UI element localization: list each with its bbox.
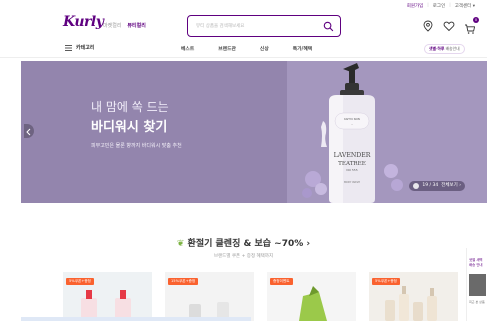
cart-button[interactable]: 0 bbox=[464, 17, 479, 34]
banner-prev-button[interactable] bbox=[24, 124, 34, 138]
section-title[interactable]: ❦ 환절기 클렌징 & 보습 ~70% › bbox=[0, 236, 487, 249]
product-list: 5%쿠폰+증정 15%쿠폰+증정 증정이벤트 5%쿠폰+증정 bbox=[63, 272, 458, 321]
pause-icon[interactable] bbox=[413, 183, 420, 189]
search-input[interactable]: 뷰티 상품을 검색해보세요 bbox=[196, 23, 244, 29]
leaf-icon: ❦ bbox=[176, 239, 185, 249]
menu-deals[interactable]: 특가/혜택 bbox=[293, 45, 312, 52]
main-banner[interactable]: 내 맘에 쏙 드는 바디워시 찾기 피부고민은 물론 향까지 바디워시 맞춤 추… bbox=[21, 61, 487, 203]
coupon-badge: 5%쿠폰+증정 bbox=[66, 278, 94, 285]
product-label-2: TEATREE bbox=[338, 161, 366, 167]
join-link[interactable]: 회원가입 bbox=[407, 3, 424, 9]
tab-beauty-kurly[interactable]: 뷰티컬리 bbox=[127, 22, 145, 29]
coupon-badge: 5%쿠폰+증정 bbox=[372, 278, 400, 285]
side-ad-caption: 최근 본 상품 bbox=[469, 300, 485, 304]
heart-icon[interactable] bbox=[443, 20, 455, 32]
cart-count-badge: 0 bbox=[473, 17, 479, 23]
menu-brands[interactable]: 브랜드관 bbox=[218, 45, 236, 52]
delivery-prefix: 샛별·하루 bbox=[429, 46, 445, 51]
search-bar[interactable]: 뷰티 상품을 검색해보세요 bbox=[187, 15, 341, 37]
support-link[interactable]: 고객센터 ▾ bbox=[455, 3, 475, 9]
location-icon[interactable] bbox=[422, 20, 434, 32]
coupon-badge: 증정이벤트 bbox=[270, 278, 293, 285]
banner-page: 19 / 34 bbox=[422, 183, 439, 188]
section-subtitle: 브랜드별 쿠폰 + 증정 혜택까지 bbox=[213, 254, 274, 259]
product-card[interactable]: 5%쿠폰+증정 bbox=[63, 272, 152, 321]
side-ad-line-1: 샛별 새벽 bbox=[469, 258, 483, 262]
svg-text:~: ~ bbox=[351, 123, 353, 126]
product-type: BODY WASH bbox=[344, 180, 360, 184]
divider: | bbox=[449, 3, 451, 8]
banner-counter[interactable]: 19 / 34 전체보기 › bbox=[409, 181, 465, 191]
coupon-badge: 15%쿠폰+증정 bbox=[168, 278, 199, 285]
side-ad-line-2: 배송 안내 bbox=[469, 263, 483, 267]
section-title-text: 환절기 클렌징 & 보습 ~70% bbox=[187, 239, 304, 249]
view-all-link[interactable]: 전체보기 › bbox=[441, 181, 461, 191]
tab-market-kurly[interactable]: 마켓컬리 bbox=[103, 22, 121, 29]
cart-icon bbox=[465, 24, 476, 34]
chevron-left-icon bbox=[26, 128, 31, 136]
header-icons: 0 bbox=[422, 17, 479, 34]
side-ad[interactable]: 샛별 새벽 배송 안내 최근 본 상품 bbox=[466, 248, 487, 321]
mall-tabs: 마켓컬리 뷰티컬리 bbox=[103, 22, 146, 29]
menu-best[interactable]: 베스트 bbox=[181, 45, 194, 52]
category-label: 카테고리 bbox=[76, 45, 95, 51]
product-card[interactable]: 15%쿠폰+증정 bbox=[165, 272, 254, 321]
side-ad-image bbox=[469, 274, 486, 296]
bodywash-bottle-image: KAHYU SKIN ~ LAVENDER TEATREE NO 555 BOD… bbox=[302, 63, 403, 203]
product-label-1: LAVENDER bbox=[334, 152, 371, 159]
product-label-3: NO 555 bbox=[346, 168, 357, 172]
delivery-suffix: 배송안내 bbox=[444, 46, 460, 51]
banner-headline-2: 바디워시 찾기 bbox=[91, 120, 168, 135]
category-menu[interactable]: 카테고리 bbox=[65, 44, 94, 51]
menu-new[interactable]: 신상 bbox=[260, 45, 269, 52]
main-menu: 베스트 브랜드관 신상 특가/혜택 bbox=[181, 45, 312, 52]
hamburger-icon bbox=[65, 44, 72, 51]
banner-subtitle: 피부고민은 물론 향까지 바디워시 맞춤 추천 bbox=[91, 143, 182, 149]
login-link[interactable]: 로그인 bbox=[433, 3, 445, 9]
product-card[interactable]: 증정이벤트 bbox=[267, 272, 356, 321]
banner-headline-1: 내 맘에 쏙 드는 bbox=[91, 100, 169, 114]
search-icon[interactable] bbox=[323, 21, 334, 32]
side-ad-text: 샛별 새벽 배송 안내 bbox=[469, 258, 483, 268]
bottom-bar bbox=[21, 317, 251, 321]
kurly-logo[interactable]: Kurly bbox=[63, 14, 104, 30]
divider: | bbox=[427, 3, 429, 8]
global-nav: 카테고리 베스트 브랜드관 신상 특가/혜택 샛별·하루 배송안내 bbox=[0, 40, 487, 58]
product-card[interactable]: 5%쿠폰+증정 bbox=[369, 272, 458, 321]
product-brand: KAHYU SKIN bbox=[344, 117, 360, 121]
chevron-right-icon: › bbox=[306, 239, 311, 249]
delivery-info-button[interactable]: 샛별·하루 배송안내 bbox=[424, 44, 465, 54]
utility-bar: 회원가입 | 로그인 | 고객센터 ▾ bbox=[407, 3, 475, 9]
